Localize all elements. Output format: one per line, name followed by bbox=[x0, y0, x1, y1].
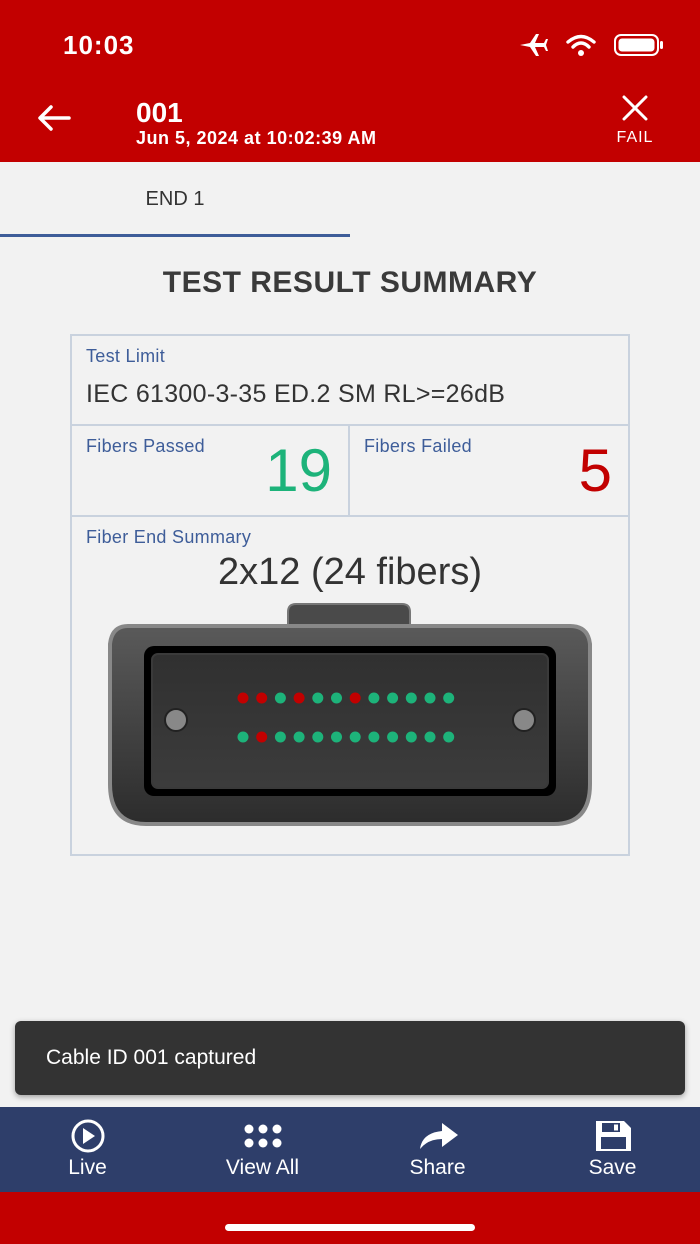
save-label: Save bbox=[588, 1156, 637, 1179]
grid-dots-icon bbox=[175, 1119, 350, 1153]
fiber-dot-pass bbox=[331, 731, 342, 743]
fiber-end-summary-cell: Fiber End Summary 2x12 (24 fibers) bbox=[72, 517, 628, 854]
fail-label: FAIL bbox=[616, 129, 654, 146]
fiber-dot-pass bbox=[237, 731, 249, 743]
fiber-dot-pass bbox=[274, 731, 286, 743]
active-tab-indicator bbox=[0, 234, 350, 237]
connector-face bbox=[151, 653, 549, 789]
fiber-dot-pass bbox=[312, 692, 324, 704]
live-label: Live bbox=[68, 1156, 107, 1179]
fibers-failed-label: Fibers Failed bbox=[364, 436, 472, 456]
fibers-passed-count: 19 bbox=[265, 437, 332, 504]
share-label: Share bbox=[409, 1156, 466, 1179]
cable-id-title: 001 bbox=[136, 97, 183, 128]
fiber-dot-fail bbox=[256, 692, 268, 704]
test-result-card: Test Limit IEC 61300-3-35 ED.2 SM RL>=26… bbox=[70, 334, 630, 856]
save-icon bbox=[525, 1119, 700, 1153]
share-button[interactable]: Share bbox=[350, 1107, 525, 1192]
share-icon bbox=[350, 1119, 525, 1153]
play-circle-icon bbox=[0, 1119, 175, 1153]
view-all-label: View All bbox=[225, 1156, 300, 1179]
fiber-dot-pass bbox=[312, 731, 324, 743]
arrow-left-icon bbox=[37, 104, 71, 136]
fibers-passed-label: Fibers Passed bbox=[86, 436, 205, 456]
test-limit-value: IEC 61300-3-35 ED.2 SM RL>=26dB bbox=[86, 380, 506, 408]
fiber-config: 2x12 (24 fibers) bbox=[217, 551, 482, 593]
home-indicator[interactable] bbox=[225, 1224, 475, 1231]
fiber-dot-pass bbox=[424, 692, 436, 704]
back-button[interactable] bbox=[32, 102, 76, 138]
fiber-dot-pass bbox=[349, 731, 361, 743]
fiber-dot-pass bbox=[274, 692, 286, 704]
fiber-dot-pass bbox=[443, 731, 455, 743]
close-icon bbox=[621, 95, 649, 126]
guide-pin-right bbox=[512, 708, 536, 732]
fiber-dot-pass bbox=[387, 731, 399, 743]
snackbar-toast: Cable ID 001 captured bbox=[15, 1021, 685, 1095]
fibers-passed-cell: Fibers Passed 19 bbox=[72, 426, 350, 517]
fibers-failed-count: 5 bbox=[578, 437, 612, 504]
home-bar-area bbox=[0, 1192, 700, 1244]
battery-icon bbox=[614, 34, 664, 61]
save-button[interactable]: Save bbox=[525, 1107, 700, 1192]
fail-status-button[interactable]: FAIL bbox=[608, 94, 662, 147]
fiber-dot-fail bbox=[237, 692, 249, 704]
airplane-icon bbox=[518, 33, 548, 62]
fiber-dot-pass bbox=[331, 692, 342, 704]
bottom-nav: Live View All Share Save bbox=[0, 1107, 700, 1192]
tab-end-1[interactable]: END 1 bbox=[0, 162, 350, 237]
fiber-dot-pass bbox=[443, 692, 455, 704]
fiber-dot-fail bbox=[293, 692, 305, 704]
fiber-dot-pass bbox=[368, 692, 380, 704]
summary-title: TEST RESULT SUMMARY bbox=[162, 266, 538, 299]
mpo-connector-diagram[interactable] bbox=[106, 598, 594, 830]
view-all-button[interactable]: View All bbox=[175, 1107, 350, 1192]
fiber-dot-pass bbox=[293, 731, 305, 743]
fiber-dot-fail bbox=[349, 692, 361, 704]
status-icons bbox=[518, 33, 664, 62]
test-limit-cell: Test Limit IEC 61300-3-35 ED.2 SM RL>=26… bbox=[72, 336, 628, 426]
fiber-dot-pass bbox=[387, 692, 399, 704]
fiber-end-summary-label: Fiber End Summary bbox=[86, 527, 252, 547]
live-button[interactable]: Live bbox=[0, 1107, 175, 1192]
status-time: 10:03 bbox=[63, 30, 135, 60]
fiber-dot-pass bbox=[424, 731, 436, 743]
guide-pin-left bbox=[164, 708, 188, 732]
app-bar: 001 Jun 5, 2024 at 10:02:39 AM FAIL bbox=[0, 88, 700, 162]
fiber-dot-pass bbox=[368, 731, 380, 743]
fiber-dot-pass bbox=[405, 692, 417, 704]
fibers-failed-cell: Fibers Failed 5 bbox=[350, 426, 628, 517]
end-tabs: END 1 bbox=[0, 162, 700, 237]
test-timestamp: Jun 5, 2024 at 10:02:39 AM bbox=[136, 128, 377, 148]
fiber-dot-pass bbox=[405, 731, 417, 743]
wifi-icon bbox=[566, 34, 596, 61]
fiber-dot-fail bbox=[256, 731, 268, 743]
status-bar: 10:03 bbox=[0, 0, 700, 88]
test-limit-label: Test Limit bbox=[86, 346, 166, 366]
